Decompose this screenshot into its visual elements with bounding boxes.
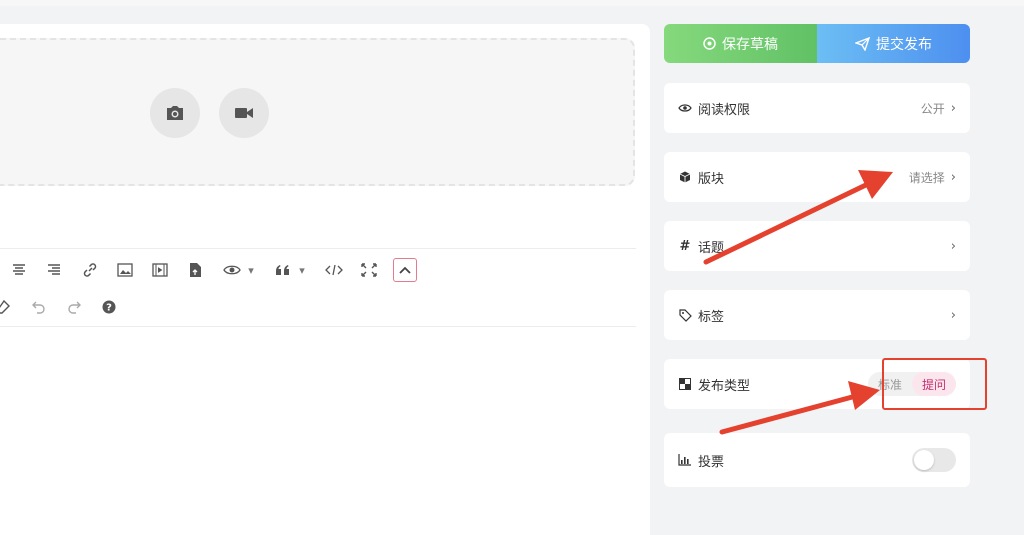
annotation-arrow-publish-type bbox=[719, 381, 880, 435]
annotation-arrows bbox=[703, 170, 893, 435]
annotation-arrow-section bbox=[703, 170, 893, 265]
